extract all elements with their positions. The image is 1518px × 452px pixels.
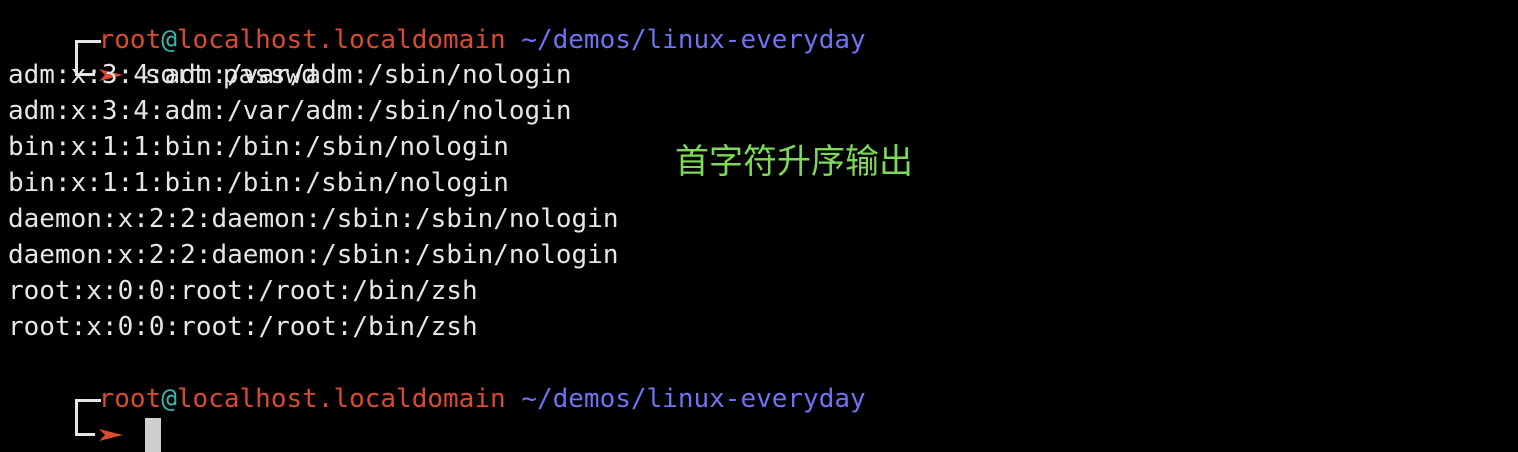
output-line: root:x:0:0:root:/root:/bin/zsh bbox=[8, 276, 478, 306]
output-line: bin:x:1:1:bin:/bin:/sbin/nologin bbox=[8, 168, 509, 198]
prompt-at: @ bbox=[161, 384, 177, 414]
output-line: root:x:0:0:root:/root:/bin/zsh bbox=[8, 312, 478, 342]
annotation-text: 首字符升序输出 bbox=[675, 142, 913, 182]
text-cursor[interactable] bbox=[144, 418, 161, 452]
prompt-frame-bottom bbox=[71, 417, 99, 452]
output-line: bin:x:1:1:bin:/bin:/sbin/nologin bbox=[8, 132, 509, 162]
prompt-host: localhost.localdomain bbox=[176, 384, 506, 414]
prompt-path: ~/demos/linux-everyday bbox=[521, 384, 866, 414]
prompt-command-line-1: sort passwd bbox=[8, 21, 317, 90]
output-line: adm:x:3:4:adm:/var/adm:/sbin/nologin bbox=[8, 60, 572, 90]
prompt-arrow-icon bbox=[98, 417, 123, 452]
terminal-window[interactable]: root@localhost.localdomain ~/demos/linux… bbox=[0, 0, 1518, 452]
output-line: daemon:x:2:2:daemon:/sbin:/sbin/nologin bbox=[8, 240, 619, 270]
output-line: adm:x:3:4:adm:/var/adm:/sbin/nologin bbox=[8, 96, 572, 126]
prompt-input-line-2[interactable] bbox=[8, 381, 161, 452]
prompt-path: ~/demos/linux-everyday bbox=[521, 25, 866, 55]
prompt-header-1: root@localhost.localdomain ~/demos/linux… bbox=[8, 0, 866, 58]
prompt-header-2: root@localhost.localdomain ~/demos/linux… bbox=[8, 345, 866, 417]
output-line: daemon:x:2:2:daemon:/sbin:/sbin/nologin bbox=[8, 204, 619, 234]
